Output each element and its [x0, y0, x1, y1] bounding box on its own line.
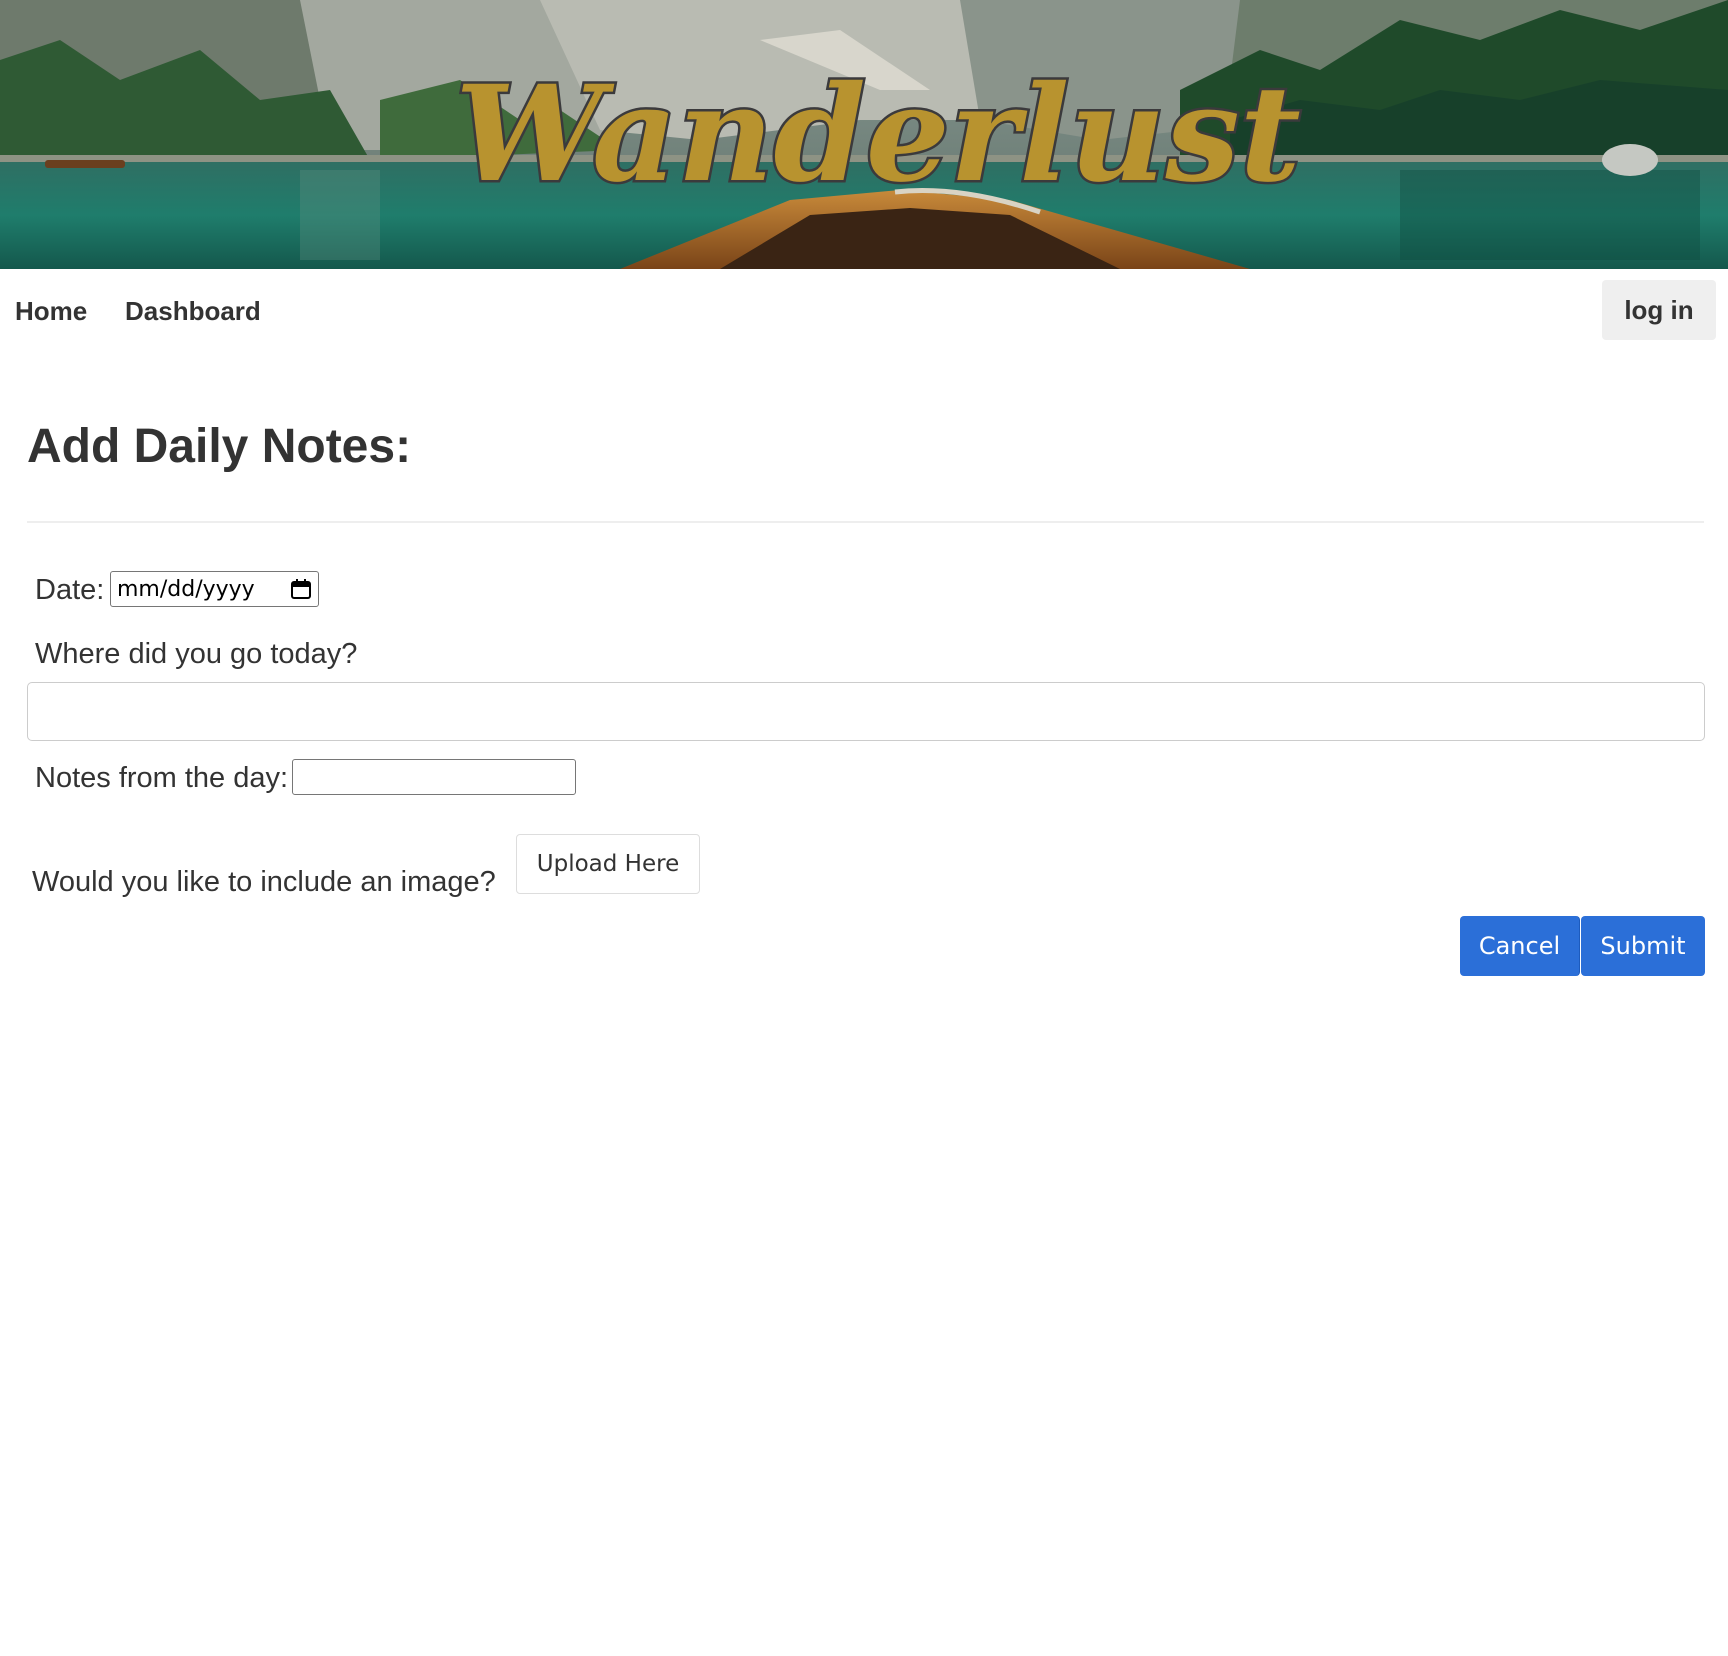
notes-label: Notes from the day: [35, 762, 289, 794]
date-input[interactable]: mm/dd/yyyy [110, 571, 319, 607]
nav-home-link[interactable]: Home [15, 296, 87, 327]
page-title: Add Daily Notes: [27, 420, 412, 473]
top-nav: Home Dashboard log in [0, 269, 1728, 349]
image-label: Would you like to include an image? [32, 866, 496, 898]
form-actions: Cancel Submit [1460, 916, 1705, 976]
cancel-button[interactable]: Cancel [1460, 916, 1580, 976]
hero-banner: Wanderlust [0, 0, 1728, 269]
svg-text:Wanderlust: Wanderlust [455, 57, 1301, 212]
notes-input[interactable] [292, 759, 576, 795]
submit-button[interactable]: Submit [1581, 916, 1705, 976]
where-label: Where did you go today? [35, 638, 358, 670]
date-placeholder: mm/dd/yyyy [117, 576, 255, 602]
date-label: Date: [35, 574, 105, 606]
upload-button[interactable]: Upload Here [516, 834, 700, 894]
calendar-icon[interactable] [290, 578, 312, 600]
where-input[interactable] [27, 682, 1705, 741]
title-divider [27, 521, 1704, 523]
wanderlust-logo: Wanderlust [453, 55, 1304, 215]
nav-dashboard-link[interactable]: Dashboard [125, 296, 261, 327]
login-button[interactable]: log in [1602, 280, 1716, 340]
